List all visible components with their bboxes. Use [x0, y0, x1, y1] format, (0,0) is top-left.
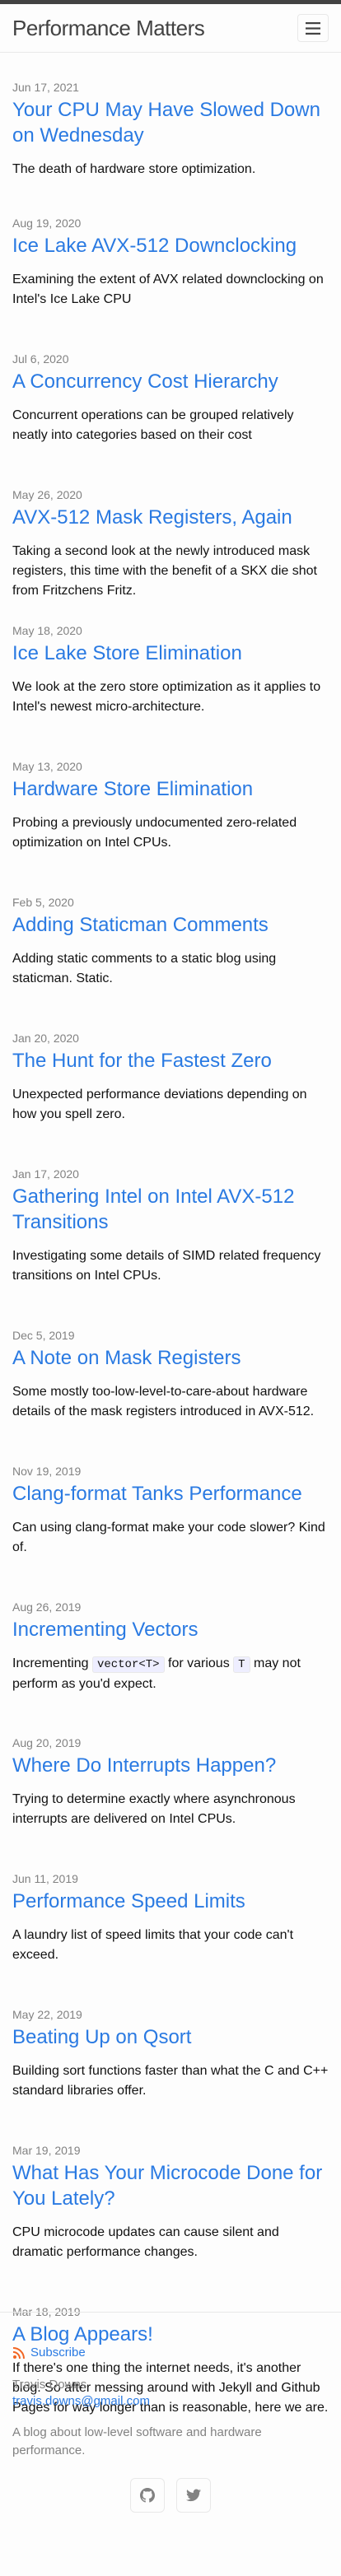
post-excerpt: Building sort functions faster than what… — [12, 2064, 329, 2098]
post-title-link[interactable]: The Hunt for the Fastest Zero — [12, 1048, 329, 1074]
post-list: Jun 17, 2021 Your CPU May Have Slowed Do… — [0, 53, 341, 2429]
list-item: Aug 26, 2019 Incrementing Vectors Increm… — [12, 1599, 329, 1725]
inline-code: vector<T> — [91, 1656, 165, 1673]
list-item: May 22, 2019 Beating Up on Qsort Buildin… — [12, 2006, 329, 2132]
inline-code: T — [233, 1656, 250, 1673]
post-date: Nov 19, 2019 — [12, 1465, 82, 1478]
list-item: May 13, 2020 Hardware Store Elimination … — [12, 758, 329, 884]
post-title-link[interactable]: Adding Staticman Comments — [12, 912, 329, 938]
site-title[interactable]: Performance Matters — [12, 16, 205, 41]
excerpt-text: Incrementing — [12, 1656, 92, 1670]
post-title-link[interactable]: A Note on Mask Registers — [12, 1345, 329, 1371]
post-title-link[interactable]: Your CPU May Have Slowed Down on Wednesd… — [12, 97, 329, 148]
post-title-link[interactable]: Clang-format Tanks Performance — [12, 1481, 329, 1507]
post-excerpt: Concurrent operations can be grouped rel… — [12, 408, 294, 442]
post-excerpt: Can using clang-format make your code sl… — [12, 1521, 325, 1554]
post-date: Jun 11, 2019 — [12, 1872, 78, 1885]
post-title-link[interactable]: A Concurrency Cost Hierarchy — [12, 369, 329, 394]
list-item: Feb 5, 2020 Adding Staticman Comments Ad… — [12, 894, 329, 1020]
post-date: May 26, 2020 — [12, 488, 82, 501]
post-date: Aug 19, 2020 — [12, 217, 82, 230]
twitter-button[interactable] — [176, 2478, 211, 2513]
post-date: Feb 5, 2020 — [12, 896, 74, 909]
post-date: May 18, 2020 — [12, 624, 82, 637]
list-item: Jun 11, 2019 Performance Speed Limits A … — [12, 1870, 329, 1996]
post-date: Jun 17, 2021 — [12, 81, 79, 94]
site-footer: Subscribe Travis Downs travis.downs@gmai… — [0, 2312, 341, 2537]
list-item: May 18, 2020 Ice Lake Store Elimination … — [12, 622, 329, 748]
post-excerpt: Unexpected performance deviations depend… — [12, 1088, 307, 1121]
social-links — [12, 2478, 329, 2513]
post-title-link[interactable]: What Has Your Microcode Done for You Lat… — [12, 2160, 329, 2211]
post-date: Dec 5, 2019 — [12, 1329, 75, 1342]
post-title-link[interactable]: Hardware Store Elimination — [12, 776, 329, 802]
post-excerpt: Examining the extent of AVX related down… — [12, 273, 324, 306]
list-item: May 26, 2020 AVX-512 Mask Registers, Aga… — [12, 487, 329, 613]
post-date: Jan 20, 2020 — [12, 1032, 79, 1045]
subscribe-link[interactable]: Subscribe — [30, 2345, 86, 2359]
list-item: Mar 19, 2019 What Has Your Microcode Don… — [12, 2142, 329, 2294]
github-icon — [140, 2488, 155, 2503]
list-item: Jul 6, 2020 A Concurrency Cost Hierarchy… — [12, 351, 329, 477]
rss-icon — [12, 2346, 25, 2359]
post-excerpt: Adding static comments to a static blog … — [12, 952, 277, 985]
post-date: Mar 19, 2019 — [12, 2144, 81, 2157]
hamburger-menu-icon — [306, 21, 320, 35]
post-excerpt: Taking a second look at the newly introd… — [12, 544, 317, 598]
post-date: Jan 17, 2020 — [12, 1167, 79, 1181]
author-name: Travis Downs — [12, 2378, 87, 2392]
site-header: Performance Matters — [0, 4, 341, 53]
list-item: Aug 20, 2019 Where Do Interrupts Happen?… — [12, 1735, 329, 1861]
site-description: A blog about low-level software and hard… — [12, 2425, 262, 2457]
post-excerpt: Probing a previously undocumented zero-r… — [12, 816, 297, 850]
post-title-link[interactable]: Where Do Interrupts Happen? — [12, 1753, 329, 1778]
list-item: Jun 17, 2021 Your CPU May Have Slowed Do… — [12, 79, 329, 205]
post-title-link[interactable]: Ice Lake Store Elimination — [12, 641, 329, 666]
post-title-link[interactable]: Ice Lake AVX-512 Downclocking — [12, 233, 329, 259]
post-excerpt: Incrementing vector<T> for various T may… — [12, 1654, 329, 1694]
post-excerpt: Some mostly too-low-level-to-care-about … — [12, 1385, 315, 1418]
post-title-link[interactable]: Incrementing Vectors — [12, 1617, 329, 1642]
list-item: Jan 20, 2020 The Hunt for the Fastest Ze… — [12, 1030, 329, 1156]
post-excerpt: Investigating some details of SIMD relat… — [12, 1249, 321, 1283]
post-date: Aug 26, 2019 — [12, 1600, 82, 1614]
post-date: May 22, 2019 — [12, 2008, 82, 2021]
twitter-icon — [186, 2489, 201, 2502]
author-email-link[interactable]: travis.downs@gmail.com — [12, 2394, 150, 2408]
post-excerpt: Trying to determine exactly where asynch… — [12, 1792, 296, 1826]
github-button[interactable] — [130, 2478, 165, 2513]
post-excerpt: CPU microcode updates can cause silent a… — [12, 2225, 279, 2259]
list-item: Aug 19, 2020 Ice Lake AVX-512 Downclocki… — [12, 215, 329, 341]
rss-subscribe: Subscribe — [12, 2345, 329, 2359]
post-title-link[interactable]: Beating Up on Qsort — [12, 2024, 329, 2050]
post-date: Jul 6, 2020 — [12, 352, 69, 366]
post-excerpt: The death of hardware store optimization… — [12, 162, 256, 176]
post-date: May 13, 2020 — [12, 760, 82, 773]
post-excerpt: We look at the zero store optimization a… — [12, 680, 321, 714]
post-excerpt: A laundry list of speed limits that your… — [12, 1928, 294, 1962]
menu-button[interactable] — [297, 14, 329, 42]
excerpt-text: for various — [164, 1656, 234, 1670]
post-title-link[interactable]: Performance Speed Limits — [12, 1889, 329, 1914]
post-title-link[interactable]: AVX-512 Mask Registers, Again — [12, 505, 329, 530]
post-title-link[interactable]: Gathering Intel on Intel AVX-512 Transit… — [12, 1184, 329, 1235]
post-date: Aug 20, 2019 — [12, 1736, 82, 1749]
list-item: Jan 17, 2020 Gathering Intel on Intel AV… — [12, 1166, 329, 1317]
list-item: Nov 19, 2019 Clang-format Tanks Performa… — [12, 1463, 329, 1589]
list-item: Dec 5, 2019 A Note on Mask Registers Som… — [12, 1327, 329, 1453]
